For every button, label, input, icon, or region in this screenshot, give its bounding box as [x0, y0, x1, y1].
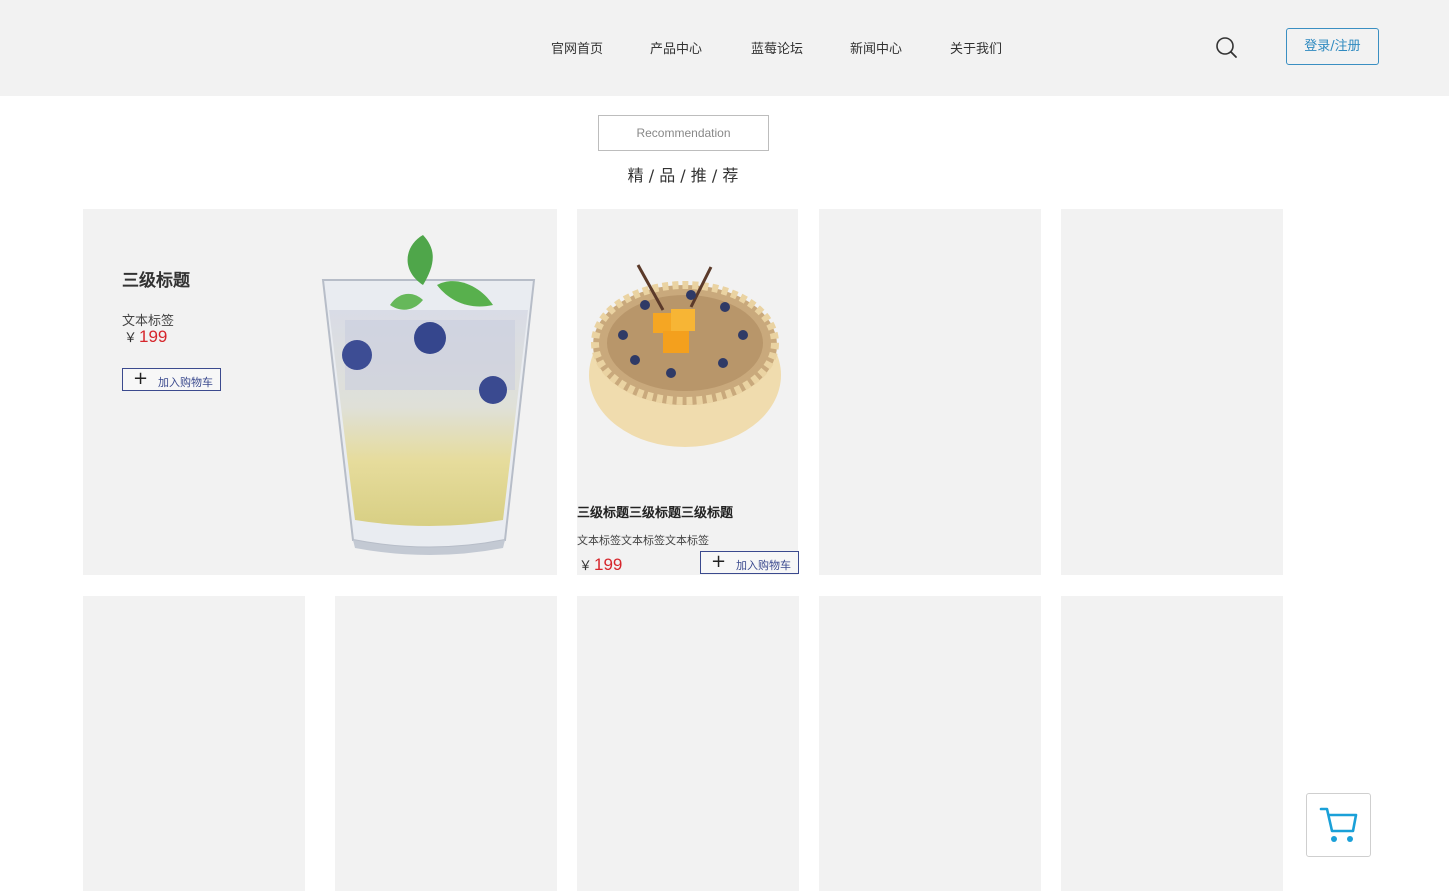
- nav-item-about[interactable]: 关于我们: [950, 38, 1002, 57]
- fruit-cake-image: [589, 264, 781, 447]
- product-card-placeholder[interactable]: [83, 596, 305, 891]
- plus-icon: +: [133, 368, 149, 389]
- currency-symbol: ￥: [579, 558, 593, 573]
- featured-price-value: 199: [139, 327, 168, 346]
- add-to-cart-label: 加入购物车: [158, 376, 213, 389]
- section-title: 精 / 品 / 推 / 荐: [627, 166, 739, 185]
- floating-cart-button[interactable]: [1306, 793, 1371, 857]
- product-card-placeholder[interactable]: [819, 209, 1041, 575]
- plus-icon: +: [711, 551, 727, 572]
- nav-item-products[interactable]: 产品中心: [650, 38, 702, 57]
- site-header: 官网首页 产品中心 蓝莓论坛 新闻中心 关于我们 登录/注册: [0, 0, 1449, 96]
- section-en-title: Recommendation: [598, 115, 769, 151]
- product-price-value: 199: [594, 555, 623, 574]
- product-add-to-cart-button[interactable]: + 加入购物车: [700, 551, 799, 574]
- product-subtitle: 文本标签文本标签文本标签: [577, 534, 709, 547]
- login-register-button[interactable]: 登录/注册: [1286, 28, 1379, 65]
- featured-add-to-cart-button[interactable]: + 加入购物车: [122, 368, 221, 391]
- product-price: ￥ 199: [579, 555, 622, 575]
- blueberry-drink-image: [321, 235, 536, 555]
- shopping-cart-icon: [1319, 807, 1358, 842]
- search-icon[interactable]: [1214, 35, 1238, 59]
- nav-item-home[interactable]: 官网首页: [551, 38, 603, 57]
- featured-title: 三级标题: [122, 271, 190, 291]
- product-card-placeholder[interactable]: [819, 596, 1041, 891]
- nav-item-forum[interactable]: 蓝莓论坛: [751, 38, 803, 57]
- add-to-cart-label: 加入购物车: [736, 559, 791, 572]
- product-card-placeholder[interactable]: [1061, 596, 1283, 891]
- featured-price: ￥ 199: [124, 327, 167, 347]
- product-card-placeholder[interactable]: [577, 596, 799, 891]
- nav-item-news[interactable]: 新闻中心: [850, 38, 902, 57]
- product-card-placeholder[interactable]: [1061, 209, 1283, 575]
- product-card-placeholder[interactable]: [335, 596, 557, 891]
- product-title: 三级标题三级标题三级标题: [577, 506, 734, 521]
- currency-symbol: ￥: [124, 330, 138, 345]
